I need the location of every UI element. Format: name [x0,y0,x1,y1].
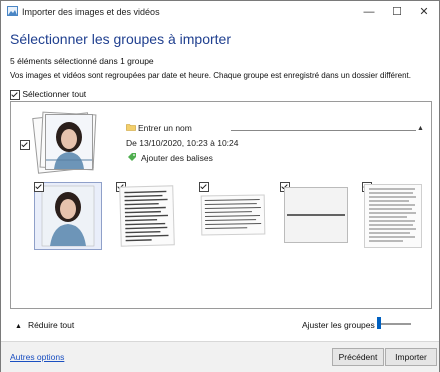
checkbox-checked-icon [10,89,20,100]
adjust-groups-slider-thumb[interactable] [377,317,381,329]
thumbnail-document-5[interactable] [364,184,422,248]
window-title: Importer des images et des vidéos [22,7,160,17]
collapse-all-label: Réduire tout [27,320,75,330]
document-text-image [204,199,262,229]
collapse-all-button[interactable]: ▲ Réduire tout [15,320,74,330]
title-bar: Importer des images et des vidéos — ☐ ✕ [1,1,439,23]
previous-button[interactable]: Précédent [332,348,384,366]
portrait-thumbnail [41,185,95,247]
stack-photo-front [45,114,93,170]
group-checkbox[interactable] [20,140,30,150]
caret-up-icon: ▲ [15,323,22,330]
adjust-groups-label: Ajuster les groupes : [302,320,380,330]
thumbnail-document-2[interactable] [119,185,175,247]
import-button[interactable]: Importer [385,348,437,366]
photos-app-icon [7,6,18,16]
group-name-input[interactable]: Entrer un nom [138,123,192,133]
import-dialog: Importer des images et des vidéos — ☐ ✕ … [0,0,440,372]
thumbnail-photo-selected[interactable] [34,182,102,250]
thumbnail-checkbox-1[interactable] [34,182,44,192]
more-options-link[interactable]: Autres options [10,352,64,362]
group-name-underline [231,130,416,131]
document-text-image [369,188,416,242]
maximize-button[interactable]: ☐ [385,1,409,23]
selection-summary: 5 éléments sélectionné dans 1 groupe [10,56,154,66]
folder-icon [126,124,136,131]
add-tags-link[interactable]: Ajouter des balises [141,153,213,163]
thumbnail-document-3[interactable] [200,194,266,236]
document-text-image [124,190,169,242]
adjust-groups-slider-track[interactable] [377,323,411,325]
portrait-image [46,115,92,169]
caret-up-icon[interactable]: ▲ [417,125,424,132]
minimize-button[interactable]: — [357,1,381,23]
thumbnail-document-4[interactable] [284,187,348,243]
thumbnail-checkbox-3[interactable] [199,182,209,192]
select-all-label: Sélectionner tout [22,89,87,99]
blank-page-image [285,188,347,242]
description-text: Vos images et vidéos sont regroupées par… [10,71,411,80]
tag-icon [128,153,136,161]
close-button[interactable]: ✕ [412,1,436,23]
group-date-range: De 13/10/2020, 10:23 à 10:24 [126,138,239,148]
page-title: Sélectionner les groupes à importer [10,31,232,47]
select-all-checkbox[interactable]: Sélectionner tout [10,89,86,100]
